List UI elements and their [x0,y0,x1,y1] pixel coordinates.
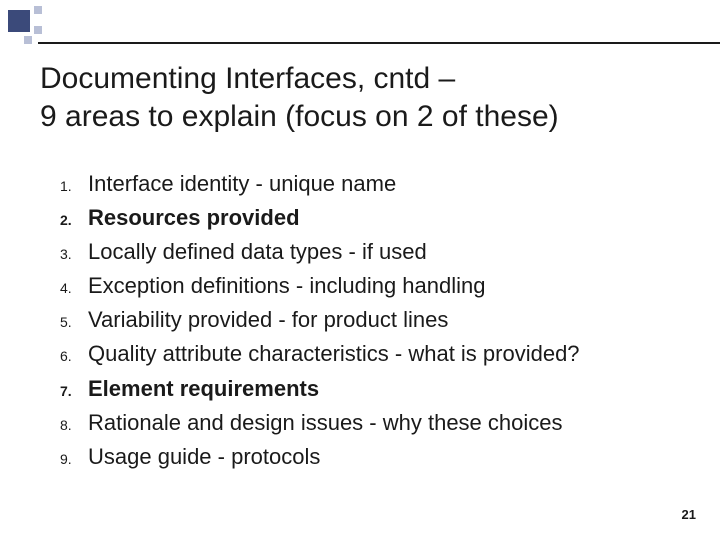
item-number: 1. [60,176,88,198]
list-item: 3.Locally defined data types - if used [60,235,680,269]
item-number: 8. [60,415,88,437]
deco-square-small [24,36,32,44]
item-text: Quality attribute characteristics - what… [88,337,680,371]
item-text: Resources provided [88,201,680,235]
item-text: Usage guide - protocols [88,440,680,474]
item-number: 7. [60,381,88,403]
list-item: 4.Exception definitions - including hand… [60,269,680,303]
item-number: 9. [60,449,88,471]
item-text: Rationale and design issues - why these … [88,406,680,440]
deco-square-small [34,26,42,34]
item-text: Locally defined data types - if used [88,235,680,269]
item-text: Variability provided - for product lines [88,303,680,337]
numbered-list: 1.Interface identity - unique name 2.Res… [40,167,680,474]
item-number: 5. [60,312,88,334]
list-item: 1.Interface identity - unique name [60,167,680,201]
list-item: 5.Variability provided - for product lin… [60,303,680,337]
item-text: Element requirements [88,372,680,406]
item-text: Exception definitions - including handli… [88,269,680,303]
list-item: 7.Element requirements [60,372,680,406]
item-number: 6. [60,346,88,368]
item-number: 2. [60,210,88,232]
item-number: 3. [60,244,88,266]
item-number: 4. [60,278,88,300]
deco-square-small [34,6,42,14]
page-number: 21 [682,507,696,522]
header-rule [38,42,720,44]
slide-content: Documenting Interfaces, cntd – 9 areas t… [40,60,680,474]
item-text: Interface identity - unique name [88,167,680,201]
title-line-1: Documenting Interfaces, cntd – [40,62,455,95]
list-item: 2.Resources provided [60,201,680,235]
corner-decoration [0,0,70,55]
deco-square-large [8,10,30,32]
title-line-2: 9 areas to explain (focus on 2 of these) [40,100,559,133]
list-item: 6.Quality attribute characteristics - wh… [60,337,680,371]
list-item: 9.Usage guide - protocols [60,440,680,474]
list-item: 8.Rationale and design issues - why thes… [60,406,680,440]
slide-title: Documenting Interfaces, cntd – 9 areas t… [40,60,680,135]
